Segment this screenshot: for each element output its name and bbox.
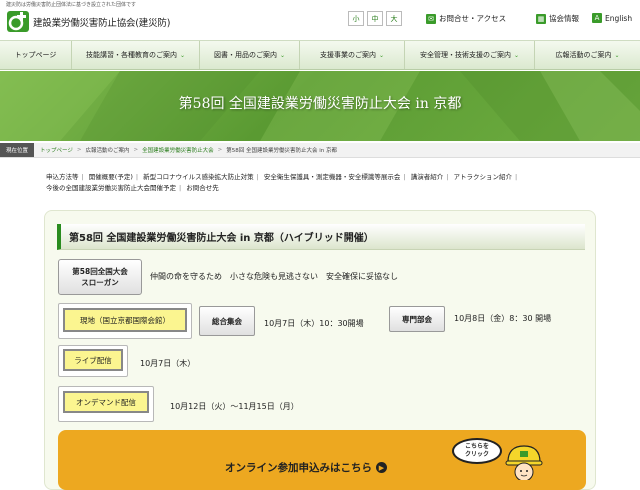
nav-item-label: 図書・用品のご案内	[213, 51, 277, 59]
ondemand-label: オンデマンド配信	[63, 391, 149, 413]
section-link[interactable]: 講演者紹介	[411, 173, 444, 181]
conference-title: 第58回 全国建設業労働災害防止大会 in 京都（ハイブリッド開催）	[57, 224, 585, 250]
contact-access-label: お問合せ・アクセス	[439, 14, 507, 23]
contact-access-link[interactable]: ✉ お問合せ・アクセス	[426, 13, 506, 24]
page-section-links: 申込方法等 | 開催概要(予定) | 新型コロナウイルス感染拡大防止対策 | 安全衛生…	[46, 173, 518, 192]
breadcrumb-current: 第58回 全国建設業労働災害防止大会 in 京都	[226, 148, 338, 154]
slogan-text: 仲間の命を守るため 小さな危険も見逃さない 安全確保に妥協なし	[150, 272, 398, 281]
font-size-switcher: 小 中 大	[348, 11, 402, 26]
live-date: 10月7日（木）	[140, 359, 196, 368]
site-tagline: 建災防は労働災害防止団体法に基づき設立された団体です	[6, 2, 137, 8]
english-link[interactable]: A English	[592, 13, 632, 23]
nav-item-label: 広報活動のご案内	[555, 51, 612, 59]
chevron-down-icon: ⌄	[614, 51, 620, 59]
english-label: English	[605, 13, 633, 23]
special-meeting-date: 10月8日（金）8：30 開場	[454, 314, 552, 323]
section-link[interactable]: お問合せ先	[186, 184, 219, 192]
nav-item-label: 安全管理・技術支援のご案内	[419, 51, 511, 59]
nav-item-training[interactable]: 技能講習・各種教育のご案内 ⌄	[72, 41, 200, 69]
breadcrumb-separator: >	[217, 147, 223, 153]
font-size-large-button[interactable]: 大	[386, 11, 402, 26]
breadcrumb-separator: >	[133, 147, 139, 153]
section-link[interactable]: 安全衛生保護具・測定機器・安全標識等展示会	[264, 173, 401, 181]
nav-item-top[interactable]: トップページ	[0, 41, 72, 69]
association-info-label: 協会情報	[549, 14, 579, 23]
global-nav: トップページ 技能講習・各種教育のご案内 ⌄ 図書・用品のご案内 ⌄ 支援事業の…	[0, 40, 640, 70]
font-size-medium-button[interactable]: 中	[367, 11, 383, 26]
font-size-small-button[interactable]: 小	[348, 11, 364, 26]
breadcrumb-home[interactable]: トップページ	[40, 146, 73, 154]
general-meeting-date: 10月7日（木）10：30開場	[264, 319, 364, 328]
letter-a-icon: A	[592, 13, 602, 23]
nav-item-pr[interactable]: 広報活動のご案内 ⌄	[535, 41, 640, 69]
helmet-mascot-icon	[505, 445, 543, 480]
nav-item-label: 技能講習・各種教育のご案内	[85, 51, 177, 59]
site-header: 建災防は労働災害防止団体法に基づき設立された団体です 建設業労働災害防止協会(建…	[0, 0, 640, 38]
ondemand-date: 10月12日（火）～11月15日（月）	[170, 402, 299, 411]
section-link[interactable]: 新型コロナウイルス感染拡大防止対策	[143, 173, 254, 181]
section-link[interactable]: アトラクション紹介	[453, 173, 512, 181]
section-link[interactable]: 開催概要(予定)	[89, 173, 133, 181]
arrow-right-circle-icon: ▶	[376, 462, 387, 473]
nav-item-support[interactable]: 支援事業のご案内 ⌄	[300, 41, 405, 69]
chevron-down-icon: ⌄	[179, 51, 186, 59]
envelope-icon: ✉	[426, 13, 436, 24]
online-apply-label: オンライン参加申込みはこちら	[225, 462, 372, 474]
association-info-link[interactable]: ▦ 協会情報	[536, 13, 579, 24]
slogan-label: 第58回全国大会 スローガン	[58, 259, 142, 295]
breadcrumb-item[interactable]: 全国建設業労働災害防止大会	[142, 146, 214, 154]
slogan-label-line2: スローガン	[81, 278, 119, 287]
nav-item-label: 支援事業のご案内	[319, 51, 376, 59]
nav-item-books[interactable]: 図書・用品のご案内 ⌄	[200, 41, 300, 69]
org-name[interactable]: 建設業労働災害防止協会(建災防)	[33, 15, 170, 29]
kensaibo-logo-icon[interactable]	[6, 9, 30, 33]
bubble-line1: こちらを	[464, 443, 489, 450]
grid-icon: ▦	[536, 13, 546, 24]
chevron-down-icon: ⌄	[378, 51, 385, 59]
banner-title: 第58回 全国建設業労働災害防止大会 in 京都	[178, 96, 462, 112]
chevron-down-icon: ⌄	[279, 51, 286, 59]
click-here-bubble: こちらを クリック	[452, 438, 502, 464]
live-label: ライブ配信	[63, 349, 123, 371]
special-meeting-label: 専門部会	[389, 306, 445, 332]
section-link[interactable]: 申込方法等	[46, 173, 79, 181]
bubble-line2: クリック	[464, 451, 489, 458]
online-apply-link[interactable]: オンライン参加申込みはこちら ▶	[225, 460, 387, 475]
general-meeting-label: 総合集会	[199, 306, 255, 336]
section-link[interactable]: 今後の全国建設業労働災害防止大会開催予定	[46, 184, 176, 192]
breadcrumb-item[interactable]: 広報活動のご案内	[86, 146, 130, 154]
page-banner: 第58回 全国建設業労働災害防止大会 in 京都	[0, 71, 640, 141]
breadcrumb-separator: >	[76, 147, 82, 153]
breadcrumb-label: 現在位置	[0, 143, 35, 157]
slogan-label-line1: 第58回全国大会	[72, 267, 128, 276]
chevron-down-icon: ⌄	[513, 51, 520, 59]
nav-item-label: トップページ	[14, 51, 57, 59]
nav-item-safety[interactable]: 安全管理・技術支援のご案内 ⌄	[405, 41, 535, 69]
venue-label: 現地（国立京都国際会館）	[63, 308, 187, 332]
breadcrumb: 現在位置 トップページ > 広報活動のご案内 > 全国建設業労働災害防止大会 >…	[0, 143, 640, 158]
